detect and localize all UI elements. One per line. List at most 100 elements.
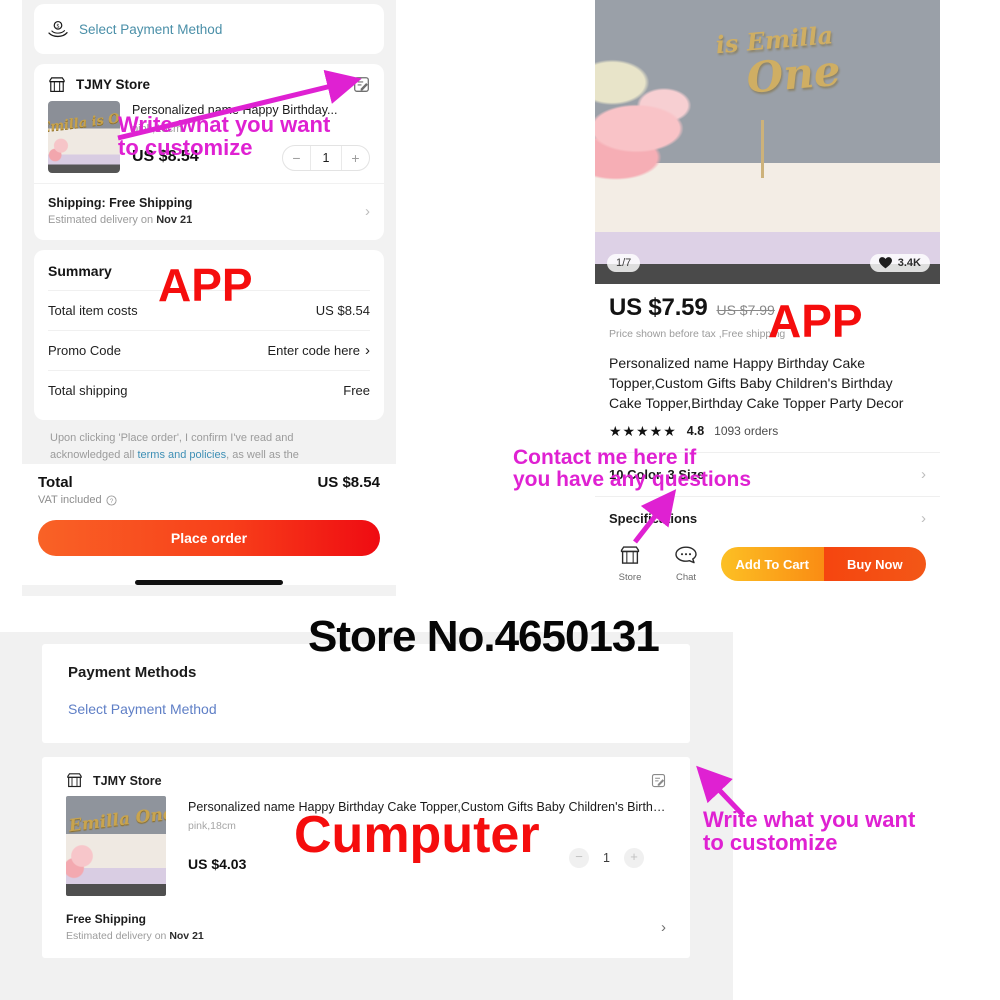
terms-line1: Upon clicking 'Place order', I confirm I… (50, 432, 294, 444)
rating-value: 4.8 (686, 424, 705, 439)
place-order-button[interactable]: Place order (38, 520, 380, 557)
quantity-decrease-button[interactable]: − (283, 146, 310, 170)
store-icon (49, 76, 65, 92)
hero-topper-text: is Emilla One (713, 8, 842, 103)
option-label: 10 Color, 3 Size (609, 466, 705, 482)
app-product-panel: is Emilla One 1/7 3.4K US $7.59 US $7.99… (595, 0, 940, 596)
computer-cart-item-row[interactable]: Emilla One Personalized name Happy Birth… (42, 790, 690, 902)
select-payment-method-link[interactable]: Select Payment Method (68, 701, 664, 717)
favorite-count: 3.4K (897, 257, 921, 269)
question-circle-icon[interactable]: ? (106, 495, 117, 506)
terms-line2-pre: acknowledged all (50, 449, 138, 462)
promo-code-entry[interactable]: Enter code here › (267, 343, 370, 358)
price-block: US $7.59 US $7.99 (609, 294, 926, 322)
store-name: TJMY Store (76, 77, 151, 92)
favorite-count-badge[interactable]: 3.4K (869, 254, 930, 272)
orders-count: 1093 orders (714, 424, 779, 439)
computer-store-item-card: TJMY Store Emilla One Personalized name … (42, 757, 690, 958)
vat-label: VAT included (38, 494, 102, 507)
quantity-increase-button[interactable]: + (342, 146, 369, 170)
summary-card: Summary Total item costs US $8.54 Promo … (34, 250, 384, 420)
thumbnail-topper-text: Emilla One (67, 803, 166, 837)
store-icon (620, 545, 640, 564)
store-action-button[interactable]: Store (609, 545, 651, 583)
shipping-eta-date: Nov 21 (169, 930, 204, 942)
annotation-customize-bottom: Write what you want to customize (703, 808, 915, 855)
summary-value: Free (343, 383, 370, 398)
terms-line2-post: , as well as the (226, 449, 299, 462)
cart-item-variant: pink,18cm (132, 122, 183, 135)
total-bar: Total US $8.54 VAT included ? Place orde… (22, 464, 396, 586)
summary-row-item-costs: Total item costs US $8.54 (48, 290, 370, 330)
summary-row-total-shipping: Total shipping Free (48, 370, 370, 410)
cart-item-row[interactable]: Emilla is One Personalized name Happy Bi… (34, 99, 384, 183)
coin-hand-icon: $ (48, 20, 68, 38)
summary-label: Total shipping (48, 383, 128, 398)
promo-code-value: Enter code here (267, 343, 360, 358)
payment-methods-title: Payment Methods (68, 664, 197, 681)
add-to-cart-button[interactable]: Add To Cart (721, 547, 824, 582)
cart-item-title: Personalized name Happy Birthday... (132, 103, 338, 117)
rating-stars-icon: ★★★★★ (609, 422, 677, 439)
option-label: Specifications (609, 510, 698, 526)
store-header[interactable]: TJMY Store (34, 64, 384, 99)
store-action-label: Store (618, 571, 642, 583)
chat-action-label: Chat (675, 571, 697, 583)
shipping-chevron-icon[interactable]: › (365, 204, 370, 219)
app-checkout-panel: $ Select Payment Method TJMY Store Emill… (22, 0, 396, 596)
image-index-badge: 1/7 (607, 254, 641, 272)
product-action-bar: Store Chat Add To Cart Buy Now (595, 540, 940, 583)
svg-text:$: $ (57, 23, 60, 30)
chat-bubble-icon (675, 546, 697, 563)
annotation-line1: Write what you want (703, 807, 916, 832)
computer-payment-methods-card: Payment Methods Select Payment Method (42, 644, 690, 743)
quantity-increase-button[interactable]: + (624, 848, 644, 868)
original-price: US $7.99 (716, 302, 775, 318)
quantity-value[interactable]: 1 (603, 851, 610, 865)
product-thumbnail: Emilla One (66, 796, 166, 896)
quantity-decrease-button[interactable]: − (569, 848, 590, 868)
quantity-value[interactable]: 1 (310, 146, 342, 170)
computer-shipping-row[interactable]: Free Shipping Estimated delivery on Nov … (42, 902, 690, 958)
payment-method-card[interactable]: $ Select Payment Method (34, 4, 384, 54)
heart-icon (878, 257, 892, 269)
total-value: US $8.54 (317, 474, 380, 492)
chat-action-button[interactable]: Chat (665, 546, 707, 583)
quantity-stepper[interactable]: − 1 + (569, 848, 644, 868)
store-name: TJMY Store (93, 773, 162, 788)
cta-button-group: Add To Cart Buy Now (721, 547, 926, 582)
option-row-specifications[interactable]: Specifications › (595, 495, 940, 540)
edit-note-icon[interactable] (353, 76, 370, 93)
buy-now-button[interactable]: Buy Now (823, 547, 926, 582)
product-thumbnail: Emilla is One (48, 101, 120, 173)
rating-block[interactable]: ★★★★★ 4.8 1093 orders (609, 423, 926, 440)
shipping-label: Free Shipping (66, 912, 147, 926)
option-row-color-size[interactable]: 10 Color, 3 Size › (595, 451, 940, 496)
edit-note-icon[interactable] (651, 773, 666, 788)
summary-label: Promo Code (48, 343, 121, 358)
select-payment-method-link[interactable]: Select Payment Method (79, 22, 222, 37)
vat-note: VAT included ? (38, 494, 380, 506)
topper-stick (760, 119, 764, 178)
computer-checkout-panel: Payment Methods Select Payment Method TJ… (0, 632, 733, 1000)
computer-store-header[interactable]: TJMY Store (42, 757, 690, 790)
promo-chevron-icon: › (365, 342, 370, 359)
store-item-card: TJMY Store Emilla is One Personalized na… (34, 64, 384, 240)
price-note: Price shown before tax ,Free shipping (609, 328, 786, 340)
terms-and-policies-link[interactable]: terms and policies (137, 449, 226, 461)
shipping-eta-prefix: Estimated delivery on (66, 930, 170, 942)
product-title: Personalized name Happy Birthday Cake To… (609, 355, 904, 411)
shipping-eta-date: Nov 21 (156, 214, 193, 226)
hero-topper-line2: One (744, 45, 842, 103)
thumbnail-topper-text: Emilla is One (48, 109, 120, 137)
terms-text: Upon clicking 'Place order', I confirm I… (34, 420, 384, 464)
shipping-eta-prefix: Estimated delivery on (48, 214, 157, 226)
shipping-row[interactable]: Shipping: Free Shipping Estimated delive… (34, 183, 384, 240)
shipping-eta: Estimated delivery on Nov 21 (66, 930, 204, 942)
summary-value: US $8.54 (315, 303, 370, 318)
shipping-chevron-icon[interactable]: › (661, 919, 666, 936)
summary-row-promo-code[interactable]: Promo Code Enter code here › (48, 330, 370, 370)
screenshot-root: $ Select Payment Method TJMY Store Emill… (0, 0, 1000, 1000)
product-hero-image[interactable]: is Emilla One 1/7 3.4K (595, 0, 940, 284)
quantity-stepper[interactable]: − 1 + (282, 145, 370, 171)
